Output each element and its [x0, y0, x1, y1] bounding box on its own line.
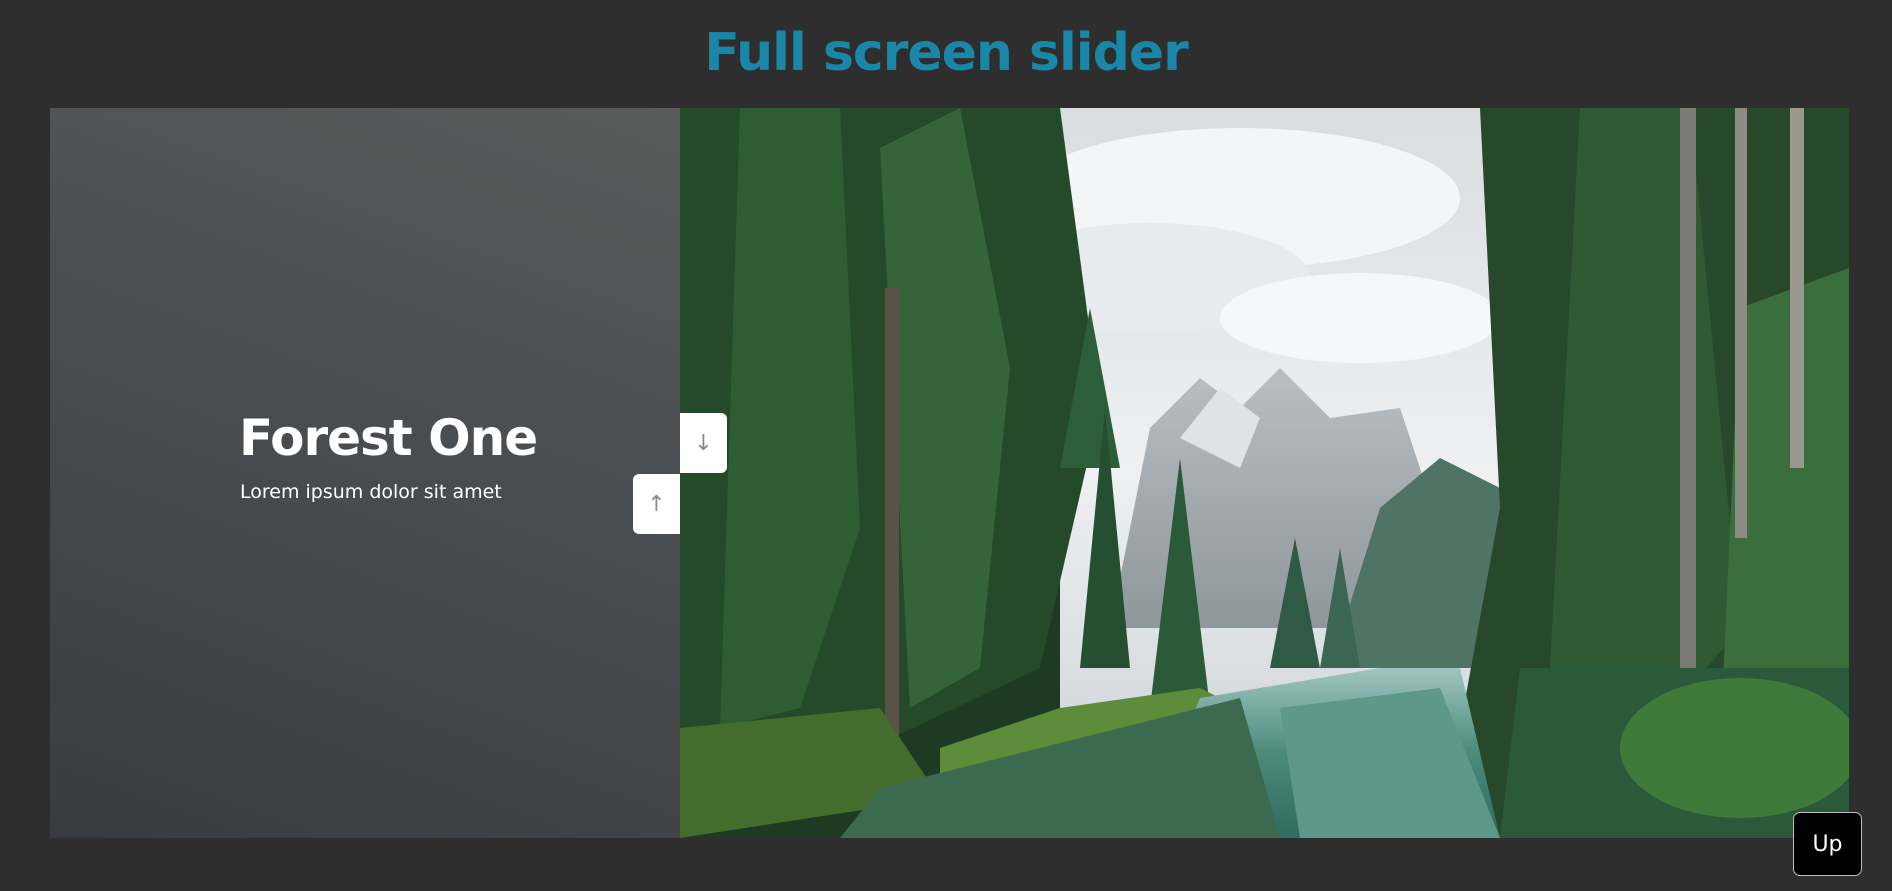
slide-text-panel: Forest One Lorem ipsum dolor sit amet [50, 108, 680, 838]
arrow-down-icon: ↓ [694, 430, 713, 456]
forest-lake-image [680, 108, 1849, 838]
slide-description: Lorem ipsum dolor sit amet [240, 481, 502, 503]
page-title: Full screen slider [704, 23, 1189, 83]
arrow-up-icon: ↑ [647, 491, 666, 517]
full-screen-slider: Forest One Lorem ipsum dolor sit amet [50, 108, 1849, 838]
slide-down-button[interactable]: ↓ [680, 413, 727, 473]
slide-up-button[interactable]: ↑ [633, 474, 680, 534]
slide-image [680, 108, 1849, 838]
slide-heading: Forest One [239, 409, 538, 467]
scroll-up-button[interactable]: Up [1793, 812, 1862, 876]
